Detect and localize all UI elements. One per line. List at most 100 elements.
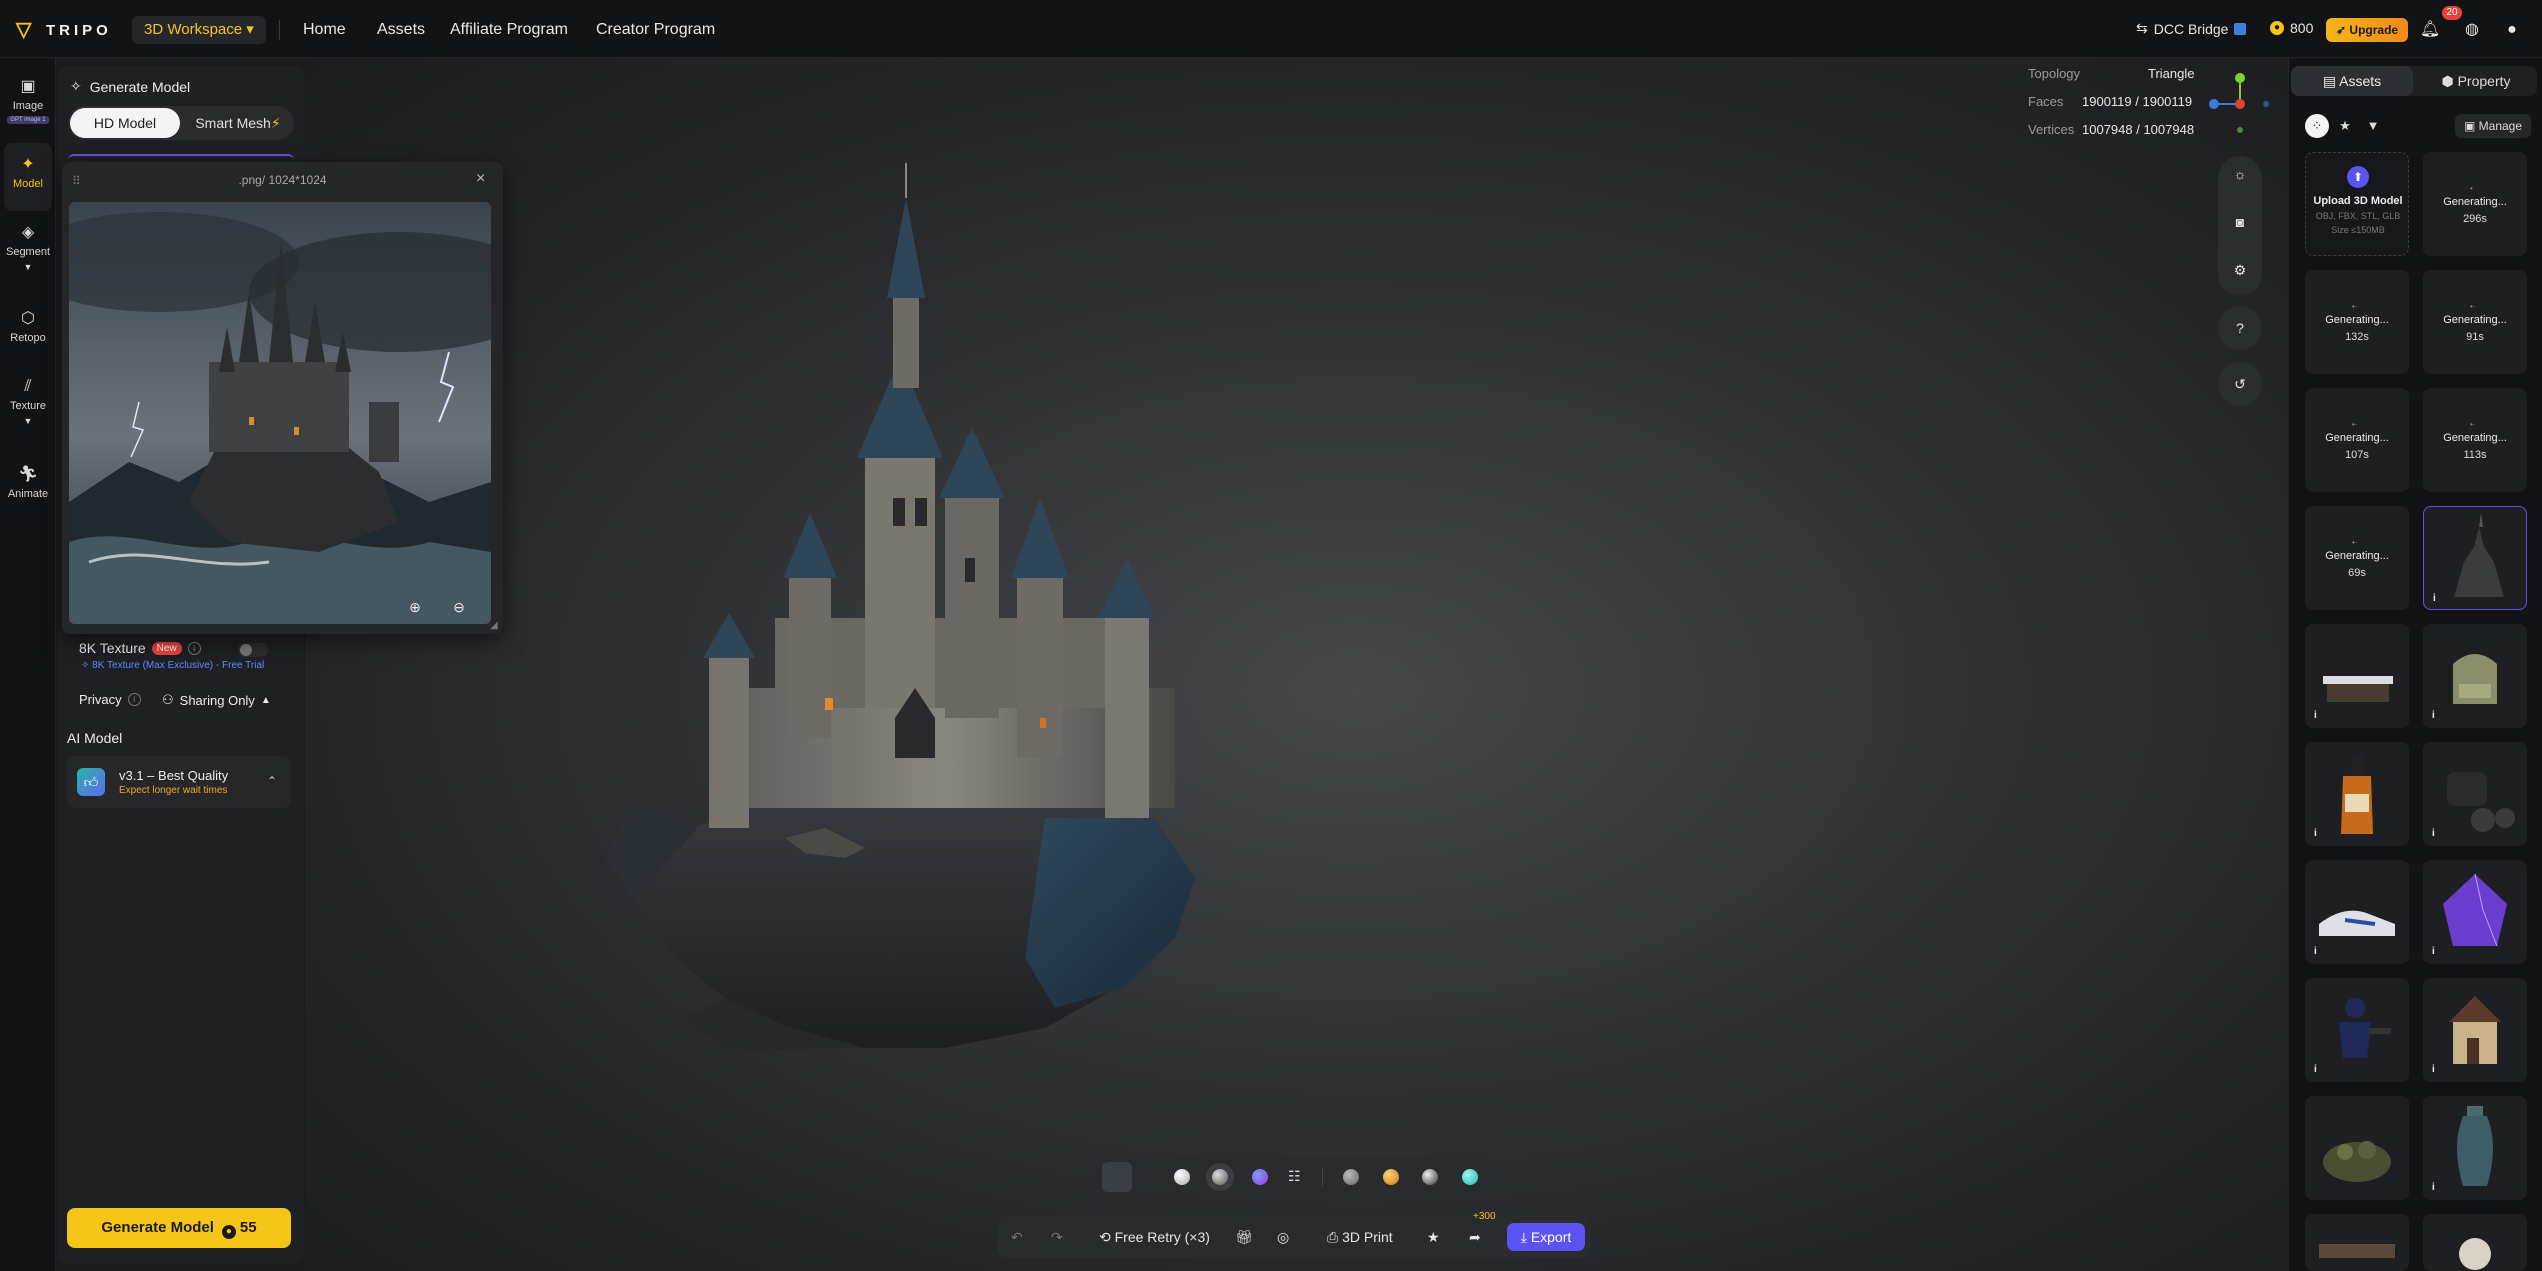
upload-3d-model-card[interactable]: ⬆ Upload 3D Model OBJ, FBX, STL, GLB Siz…	[2305, 152, 2409, 256]
env-teal-icon[interactable]	[1462, 1169, 1478, 1185]
tab-assets[interactable]: ▤ Assets	[2291, 66, 2413, 96]
asset-card-figure[interactable]: i	[2305, 978, 2409, 1082]
blender-icon	[2234, 22, 2247, 35]
env-studio-icon[interactable]	[1422, 1169, 1438, 1185]
asset-card-castle[interactable]: i	[2423, 506, 2527, 610]
rail-item-model[interactable]: ✦ Model	[0, 154, 56, 190]
close-icon[interactable]: ×	[476, 170, 485, 188]
grid-all-icon[interactable]: ⁘	[2305, 114, 2329, 138]
export-label: Export	[1530, 1229, 1572, 1245]
generating-card[interactable]: •· Generating... 113s	[2423, 388, 2527, 492]
info-icon[interactable]: i	[2432, 1182, 2435, 1193]
nav-home[interactable]: Home	[303, 20, 346, 40]
star-icon[interactable]: ★	[1427, 1216, 1440, 1258]
history-button[interactable]: ↺	[2218, 362, 2262, 406]
settings-sliders-icon[interactable]: ⚙	[2218, 262, 2262, 279]
nav-affiliate-program[interactable]: Affiliate Program	[450, 20, 568, 40]
light-icon[interactable]: ☼	[2218, 166, 2262, 182]
material-normal-icon[interactable]	[1252, 1169, 1268, 1185]
generating-card[interactable]: •· Generating... 69s	[2305, 506, 2409, 610]
material-white-icon[interactable]	[1174, 1169, 1190, 1185]
zoom-out-icon[interactable]: ⊖	[449, 597, 469, 617]
model-thumbnail[interactable]	[1102, 1162, 1132, 1192]
upload-icon: ⬆	[2347, 166, 2369, 188]
asset-card-rocks[interactable]	[2305, 1096, 2409, 1200]
asset-card-armchair[interactable]: i	[2423, 624, 2527, 728]
dcc-bridge-button[interactable]: ⇆ DCC Bridge	[2136, 20, 2247, 37]
info-icon[interactable]: i	[2314, 710, 2317, 721]
texture-8k-toggle[interactable]	[238, 643, 268, 657]
info-icon[interactable]: i	[2314, 946, 2317, 957]
info-icon[interactable]: i	[2314, 1064, 2317, 1075]
tab-smart-mesh[interactable]: Smart Mesh⚡︎	[184, 108, 292, 138]
free-retry-button[interactable]: ⟲ Free Retry (×3)	[1099, 1216, 1210, 1258]
rail-item-texture[interactable]: ⫽ Texture ▼	[0, 378, 56, 426]
generate-model-button[interactable]: Generate Model ● 55	[67, 1208, 291, 1248]
info-icon[interactable]: i	[2432, 828, 2435, 839]
info-icon[interactable]: i	[2432, 946, 2435, 957]
asset-card-sneaker[interactable]: i	[2305, 860, 2409, 964]
vertices-value: 1007948 / 1007948	[2082, 122, 2195, 137]
camera-icon[interactable]: ◙	[2218, 214, 2262, 230]
manage-button[interactable]: ▣ Manage	[2455, 114, 2531, 138]
3d-print-button[interactable]: ⎙ 3D Print	[1327, 1216, 1393, 1258]
undo-icon[interactable]: ↶	[1011, 1216, 1023, 1258]
asset-card-bottle[interactable]: i	[2305, 742, 2409, 846]
view-icon[interactable]: ◎	[1277, 1216, 1289, 1258]
generating-card[interactable]: •· Generating... 91s	[2423, 270, 2527, 374]
share-icon[interactable]: ➦	[1469, 1216, 1481, 1258]
bell-icon[interactable]: 🔔︎	[2419, 19, 2441, 41]
material-textured-icon[interactable]	[1212, 1169, 1228, 1185]
rail-item-animate[interactable]: 🏃︎ Animate	[0, 464, 56, 500]
asset-card-crystal[interactable]: i	[2423, 860, 2527, 964]
free-retry-label: Free Retry (×3)	[1114, 1229, 1210, 1245]
generating-card[interactable]: •· Generating... 132s	[2305, 270, 2409, 374]
asset-card-bust[interactable]	[2423, 1214, 2527, 1271]
info-icon[interactable]: i	[127, 693, 141, 706]
info-icon[interactable]: i	[187, 641, 201, 655]
tab-hd-model[interactable]: HD Model	[70, 108, 180, 138]
history-icon: ↺	[2234, 376, 2246, 392]
globe-icon[interactable]: ◍	[2461, 19, 2483, 41]
env-gray-icon[interactable]	[1343, 1169, 1359, 1185]
funnel-filter-icon[interactable]: ▼	[2361, 114, 2385, 138]
asset-card-table[interactable]: i	[2305, 624, 2409, 728]
info-icon[interactable]: i	[2432, 1064, 2435, 1075]
redo-icon[interactable]: ↷	[1051, 1216, 1063, 1258]
credits-balance[interactable]: ● 800	[2270, 20, 2313, 36]
resize-handle-icon[interactable]: ◢	[490, 620, 498, 631]
sharing-dropdown[interactable]: ⚇ Sharing Only ▲	[162, 692, 271, 708]
ai-model-selector[interactable]: 👍︎ v3.1 – Best Quality Expect longer wai…	[67, 756, 291, 808]
rail-item-image[interactable]: ▣ Image GPT image 1	[0, 76, 56, 124]
gift-icon[interactable]: 🎁︎	[1235, 1216, 1253, 1258]
rail-item-retopo[interactable]: ⬡ Retopo	[0, 308, 56, 344]
nav-assets[interactable]: Assets	[377, 20, 425, 40]
asset-card-partial[interactable]	[2305, 1214, 2409, 1271]
nav-creator-program[interactable]: Creator Program	[596, 20, 715, 40]
star-filter-icon[interactable]: ★	[2333, 114, 2357, 138]
castle-thumbnail	[2454, 513, 2504, 597]
rail-item-segment[interactable]: ◈ Segment ▼	[0, 222, 56, 272]
ai-model-title: AI Model	[67, 730, 123, 746]
3d-viewport[interactable]	[305, 58, 2288, 1271]
rocks-thumbnail	[2323, 1141, 2391, 1182]
workspace-dropdown[interactable]: 3D Workspace ▾	[132, 16, 266, 44]
sliders-icon[interactable]: ☷	[1288, 1168, 1301, 1185]
env-gold-icon[interactable]	[1383, 1169, 1399, 1185]
axis-gizmo[interactable]	[2206, 70, 2270, 134]
generating-card[interactable]: •· Generating... 107s	[2305, 388, 2409, 492]
tab-property[interactable]: ⬢ Property	[2415, 66, 2537, 96]
help-button[interactable]: ?	[2218, 306, 2262, 350]
tripo-logo[interactable]: ▽ TRIPO	[16, 18, 112, 42]
info-icon[interactable]: i	[2433, 593, 2436, 604]
asset-card-vase[interactable]: i	[2423, 1096, 2527, 1200]
user-icon[interactable]: ●	[2501, 19, 2523, 41]
info-icon[interactable]: i	[2314, 828, 2317, 839]
zoom-in-icon[interactable]: ⊕	[405, 597, 425, 617]
upgrade-button[interactable]: ➶ Upgrade	[2326, 18, 2409, 42]
export-button[interactable]: ⤓ Export	[1507, 1223, 1585, 1251]
asset-card-house[interactable]: i	[2423, 978, 2527, 1082]
generating-card[interactable]: • Generating... 296s	[2423, 152, 2527, 256]
info-icon[interactable]: i	[2432, 710, 2435, 721]
asset-card-earbuds[interactable]: i	[2423, 742, 2527, 846]
